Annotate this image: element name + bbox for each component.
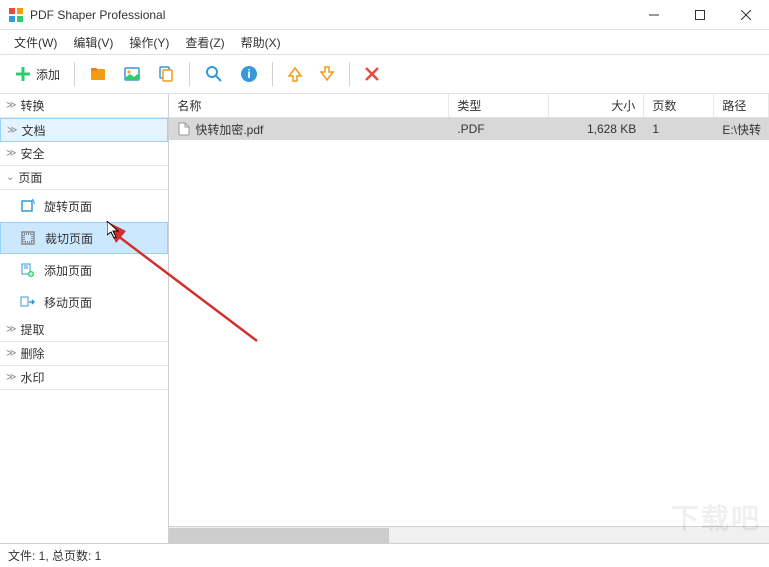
add-page-icon [18, 261, 36, 279]
sidebar-item-move-pages[interactable]: 移动页面 [0, 286, 168, 318]
sidebar-label: 删除 [20, 345, 44, 362]
app-icon [8, 7, 24, 23]
status-text: 文件: 1, 总页数: 1 [8, 547, 101, 564]
copy-icon [157, 65, 175, 83]
crop-icon [19, 229, 37, 247]
plus-icon [14, 65, 32, 83]
delete-button[interactable] [356, 58, 388, 90]
move-icon [18, 293, 36, 311]
window-title: PDF Shaper Professional [30, 8, 631, 22]
separator [272, 62, 273, 86]
menu-view[interactable]: 查看(Z) [177, 32, 232, 53]
add-label: 添加 [36, 66, 60, 83]
menu-action[interactable]: 操作(Y) [121, 32, 177, 53]
menu-file[interactable]: 文件(W) [6, 32, 65, 53]
add-button[interactable]: 添加 [6, 58, 68, 90]
cell-name: 快转加密.pdf [169, 118, 449, 140]
info-icon: i [240, 65, 258, 83]
up-button[interactable] [279, 58, 311, 90]
arrow-down-icon [319, 66, 335, 82]
image-button[interactable] [115, 58, 149, 90]
sidebar-label: 水印 [20, 369, 44, 386]
sidebar-item-label: 裁切页面 [45, 230, 93, 247]
sidebar-item-rotate-pages[interactable]: 旋转页面 [0, 190, 168, 222]
down-button[interactable] [311, 58, 343, 90]
separator [349, 62, 350, 86]
chevron-right-icon: ≫ [6, 372, 16, 383]
sidebar-group-security[interactable]: ≫ 安全 [0, 142, 168, 166]
sidebar: ≫转换 ≫文档 ≫安全 ⌄页面 旋转页面 裁切页面 添加页面 移动页面 ≫提取 … [0, 94, 169, 543]
rotate-icon [18, 197, 36, 215]
list-header: 名称 类型 大小 页数 路径 [169, 94, 769, 118]
horizontal-scrollbar[interactable] [169, 526, 769, 543]
chevron-right-icon: ≫ [7, 125, 17, 136]
menu-edit[interactable]: 编辑(V) [65, 32, 121, 53]
image-icon [123, 65, 141, 83]
column-header-name[interactable]: 名称 [169, 94, 449, 117]
scrollbar-thumb[interactable] [169, 528, 389, 543]
info-button[interactable]: i [232, 58, 266, 90]
sidebar-label: 提取 [20, 321, 44, 338]
copy-button[interactable] [149, 58, 183, 90]
column-header-path[interactable]: 路径 [714, 94, 769, 117]
sidebar-group-extract[interactable]: ≫ 提取 [0, 318, 168, 342]
folder-icon [89, 65, 107, 83]
statusbar: 文件: 1, 总页数: 1 [0, 543, 769, 567]
chevron-right-icon: ≫ [6, 148, 16, 159]
separator [189, 62, 190, 86]
sidebar-item-label: 移动页面 [44, 294, 92, 311]
sidebar-group-watermark[interactable]: ≫ 水印 [0, 366, 168, 390]
cell-path: E:\快转 [714, 118, 769, 140]
chevron-down-icon: ⌄ [6, 172, 14, 183]
menubar: 文件(W) 编辑(V) 操作(Y) 查看(Z) 帮助(X) [0, 30, 769, 54]
chevron-right-icon: ≫ [6, 100, 16, 111]
cell-size: 1,628 KB [549, 118, 644, 140]
titlebar: PDF Shaper Professional [0, 0, 769, 30]
search-icon [204, 64, 224, 84]
sidebar-item-label: 添加页面 [44, 262, 92, 279]
folder-button[interactable] [81, 58, 115, 90]
sidebar-group-convert[interactable]: ≫ 转换 [0, 94, 168, 118]
menu-help[interactable]: 帮助(X) [233, 32, 289, 53]
list-empty-area[interactable] [169, 140, 769, 526]
maximize-button[interactable] [677, 0, 723, 30]
cell-pages: 1 [644, 118, 714, 140]
toolbar: 添加 i [0, 54, 769, 94]
chevron-right-icon: ≫ [6, 324, 16, 335]
column-header-pages[interactable]: 页数 [644, 94, 714, 117]
close-button[interactable] [723, 0, 769, 30]
sidebar-group-page[interactable]: ⌄ 页面 [0, 166, 168, 190]
window-controls [631, 0, 769, 30]
column-header-size[interactable]: 大小 [549, 94, 644, 117]
sidebar-item-crop-pages[interactable]: 裁切页面 [0, 222, 168, 254]
file-icon [177, 122, 191, 136]
sidebar-group-document[interactable]: ≫ 文档 [0, 118, 168, 142]
svg-text:i: i [247, 67, 250, 81]
sidebar-label: 页面 [18, 169, 42, 186]
sidebar-item-label: 旋转页面 [44, 198, 92, 215]
file-row[interactable]: 快转加密.pdf .PDF 1,628 KB 1 E:\快转 [169, 118, 769, 140]
sidebar-label: 转换 [20, 97, 44, 114]
column-header-type[interactable]: 类型 [449, 94, 549, 117]
sidebar-label: 安全 [20, 145, 44, 162]
minimize-button[interactable] [631, 0, 677, 30]
cell-type: .PDF [449, 118, 549, 140]
sidebar-label: 文档 [21, 122, 45, 139]
content-area: 名称 类型 大小 页数 路径 快转加密.pdf .PDF 1,628 KB 1 … [169, 94, 769, 543]
separator [74, 62, 75, 86]
chevron-right-icon: ≫ [6, 348, 16, 359]
search-button[interactable] [196, 58, 232, 90]
x-icon [364, 66, 380, 82]
arrow-up-icon [287, 66, 303, 82]
main-area: ≫转换 ≫文档 ≫安全 ⌄页面 旋转页面 裁切页面 添加页面 移动页面 ≫提取 … [0, 94, 769, 543]
sidebar-group-delete[interactable]: ≫ 删除 [0, 342, 168, 366]
sidebar-item-add-pages[interactable]: 添加页面 [0, 254, 168, 286]
